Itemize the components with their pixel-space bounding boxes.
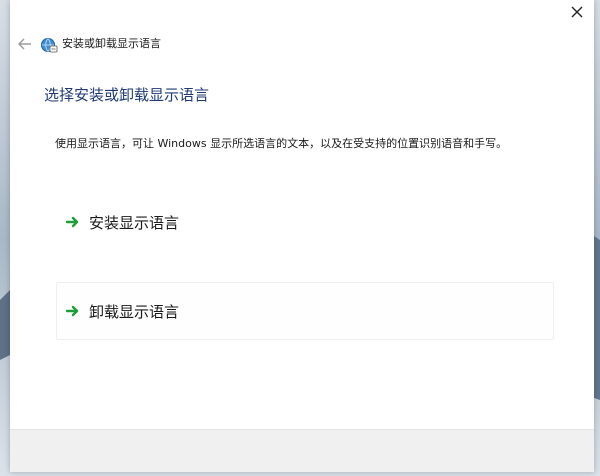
language-globe-icon: [41, 38, 58, 53]
back-arrow-icon: [18, 38, 31, 50]
window-title: 安装或卸载显示语言: [62, 37, 161, 50]
close-icon: [571, 6, 583, 18]
page-heading: 选择安装或卸载显示语言: [44, 86, 210, 104]
dialog-footer: [10, 429, 594, 472]
close-button[interactable]: [566, 2, 588, 22]
page-description: 使用显示语言，可让 Windows 显示所选语言的文本，以及在受支持的位置识别语…: [55, 137, 508, 150]
option-label: 卸载显示语言: [89, 302, 180, 321]
back-button[interactable]: [16, 34, 34, 54]
install-display-language-link[interactable]: 安装显示语言: [56, 193, 554, 251]
green-arrow-icon: [65, 214, 81, 230]
option-label: 安装显示语言: [89, 213, 180, 232]
green-arrow-icon: [65, 303, 81, 319]
language-dialog: 安装或卸载显示语言 选择安装或卸载显示语言 使用显示语言，可让 Windows …: [10, 0, 594, 472]
uninstall-display-language-link[interactable]: 卸载显示语言: [56, 282, 554, 340]
